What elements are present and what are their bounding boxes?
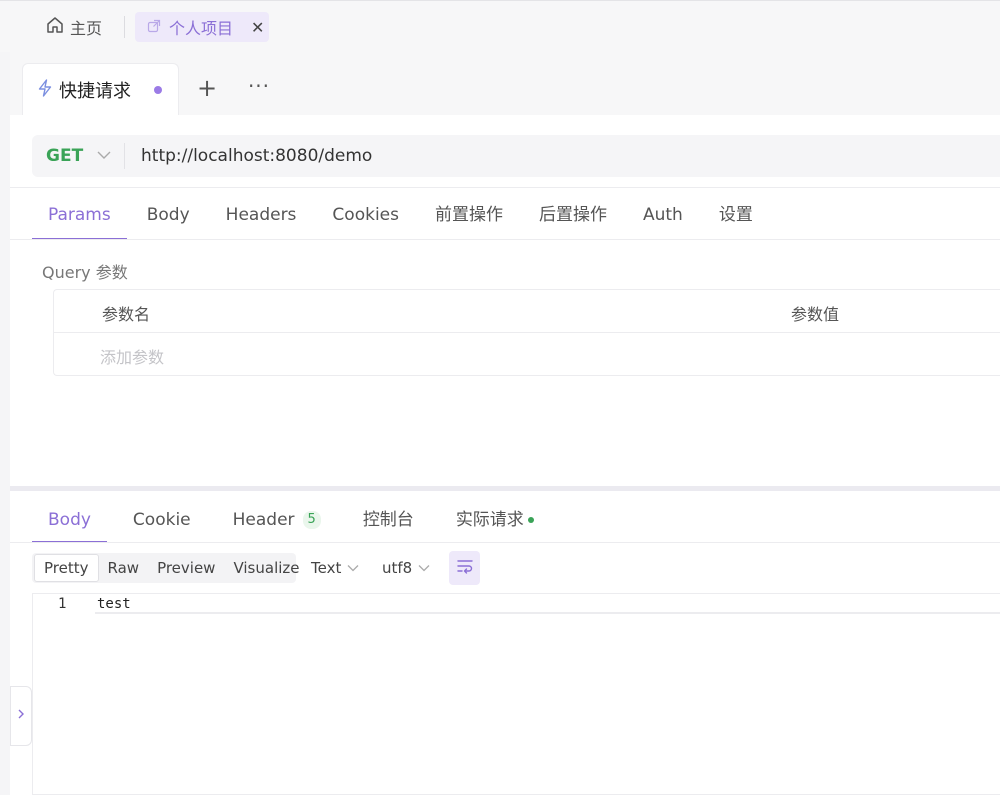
project-tab[interactable]: 个人项目 ✕	[135, 12, 269, 42]
home-tab-label: 主页	[70, 19, 103, 38]
response-editor[interactable]	[32, 593, 1000, 795]
divider	[10, 187, 1000, 188]
request-tabs: Params Body Headers Cookies 前置操作 后置操作 Au…	[32, 194, 773, 240]
external-link-icon	[147, 18, 161, 37]
chevron-right-icon	[17, 708, 25, 724]
tab-settings[interactable]: 设置	[703, 194, 769, 240]
tab-pre-request[interactable]: 前置操作	[419, 194, 519, 240]
view-mode-pretty[interactable]: Pretty	[34, 554, 99, 582]
url-input[interactable]: http://localhost:8080/demo	[141, 144, 372, 168]
encoding-select-label: utf8	[382, 559, 413, 577]
project-tab-label: 个人项目	[169, 19, 234, 38]
method-select[interactable]: GET	[46, 144, 111, 168]
divider	[10, 239, 1000, 240]
add-param-input[interactable]: 添加参数	[100, 344, 164, 368]
encoding-select[interactable]: utf8	[382, 557, 430, 579]
request-tab-quick[interactable]: 快捷请求	[22, 63, 179, 116]
response-tab-body-label: Body	[48, 510, 91, 530]
response-tab-cookie[interactable]: Cookie	[117, 497, 207, 543]
home-icon	[46, 16, 64, 38]
tab-params[interactable]: Params	[32, 194, 127, 240]
view-mode-visualize[interactable]: Visualize	[224, 554, 308, 582]
header-count-badge: 5	[302, 511, 321, 529]
add-tab-button[interactable]: +	[196, 74, 218, 102]
params-table-header	[53, 289, 1000, 333]
format-select[interactable]: Text	[311, 557, 359, 579]
chevron-down-icon	[418, 561, 430, 575]
view-mode-raw[interactable]: Raw	[99, 554, 149, 582]
view-mode-group: Pretty Raw Preview Visualize	[32, 553, 300, 583]
response-tab-header-label: Header	[232, 510, 295, 530]
lightning-icon	[37, 78, 53, 102]
sidebar-expand-button[interactable]	[10, 686, 32, 746]
format-select-label: Text	[311, 559, 342, 577]
more-button[interactable]: ···	[246, 74, 272, 102]
response-tab-cookie-label: Cookie	[132, 510, 191, 530]
top-tab-divider	[124, 16, 125, 38]
response-tab-console[interactable]: 控制台	[347, 497, 430, 543]
chevron-down-icon	[347, 561, 359, 575]
line-number: 1	[58, 596, 67, 612]
response-tabs: Body Cookie Header 5 控制台 实际请求	[32, 497, 560, 543]
response-tab-body[interactable]: Body	[32, 497, 107, 543]
tab-auth[interactable]: Auth	[627, 194, 699, 240]
request-tab-label: 快捷请求	[59, 81, 131, 102]
divider	[10, 542, 1000, 543]
response-tab-header[interactable]: Header 5	[217, 497, 337, 543]
column-header-value: 参数值	[791, 305, 840, 324]
wrap-text-icon	[456, 558, 474, 578]
url-divider	[124, 143, 125, 169]
tab-body[interactable]: Body	[131, 194, 206, 240]
method-label: GET	[46, 146, 84, 166]
close-icon[interactable]: ✕	[251, 18, 264, 37]
view-mode-preview[interactable]: Preview	[148, 554, 224, 582]
unsaved-indicator	[154, 86, 162, 94]
active-line-highlight	[95, 594, 1000, 614]
tab-headers[interactable]: Headers	[210, 194, 313, 240]
response-tab-actual-request-label: 实际请求	[455, 510, 524, 530]
query-params-label: Query 参数	[42, 263, 128, 282]
response-tab-console-label: 控制台	[362, 510, 414, 530]
word-wrap-button[interactable]	[449, 551, 480, 585]
tab-cookies[interactable]: Cookies	[316, 194, 415, 240]
home-tab[interactable]: 主页	[46, 14, 102, 40]
response-body-text: test	[97, 596, 131, 612]
tab-post-request[interactable]: 后置操作	[523, 194, 623, 240]
response-tab-actual-request[interactable]: 实际请求	[440, 497, 550, 543]
status-dot	[527, 517, 534, 523]
column-header-name: 参数名	[102, 305, 151, 324]
chevron-down-icon	[97, 148, 111, 164]
